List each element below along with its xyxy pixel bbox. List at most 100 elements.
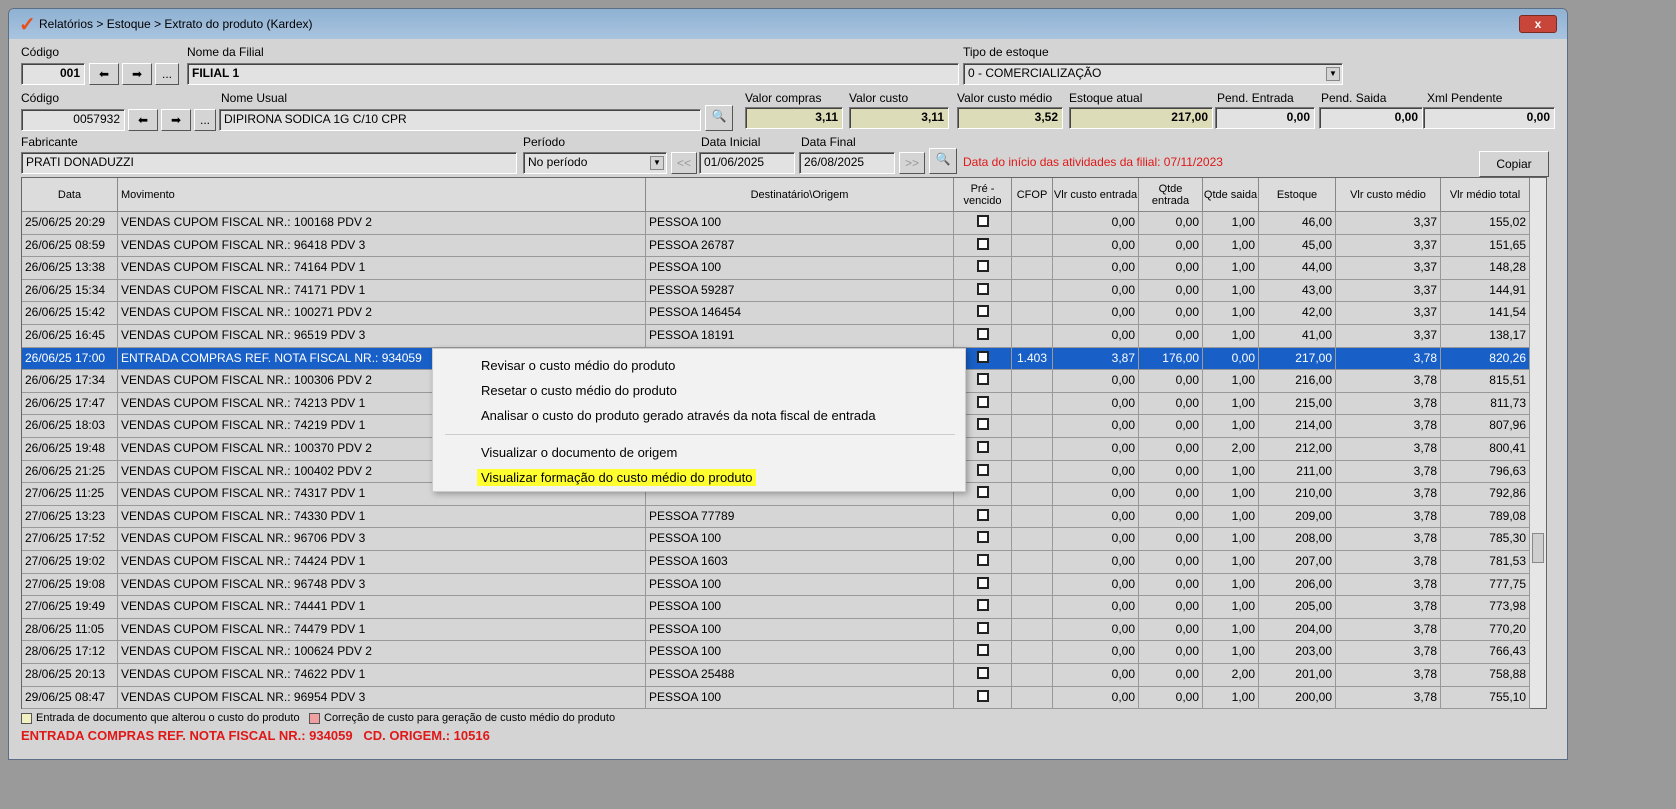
filial-codigo-field[interactable]: 001 — [21, 63, 85, 85]
menu-item-visualizar-formacao[interactable]: Visualizar formação do custo médio do pr… — [477, 469, 757, 486]
cell-cfop — [1012, 641, 1053, 664]
cell-qtde-entrada: 0,00 — [1139, 551, 1203, 574]
pre-vencido-checkbox[interactable] — [976, 237, 989, 250]
table-row[interactable]: 25/06/25 20:29 VENDAS CUPOM FISCAL NR.: 1… — [22, 212, 1530, 235]
data-final-label: Data Final — [801, 135, 856, 149]
pre-vencido-checkbox[interactable] — [976, 418, 989, 431]
table-row[interactable]: 27/06/25 17:52 VENDAS CUPOM FISCAL NR.: 9… — [22, 528, 1530, 551]
cell-destinatario: PESSOA 100 — [646, 573, 954, 597]
table-row[interactable]: 26/06/25 15:42 VENDAS CUPOM FISCAL NR.: 1… — [22, 302, 1530, 325]
pre-vencido-checkbox[interactable] — [976, 599, 989, 612]
fabricante-field[interactable]: PRATI DONADUZZI — [21, 152, 517, 174]
pre-vencido-checkbox[interactable] — [976, 305, 989, 318]
cell-data: 28/06/25 20:13 — [22, 664, 118, 687]
cell-pre-vencido — [954, 505, 1012, 529]
menu-item-visualizar-documento[interactable]: Visualizar o documento de origem — [477, 444, 681, 461]
table-row[interactable]: 26/06/25 15:34 VENDAS CUPOM FISCAL NR.: 7… — [22, 279, 1530, 303]
produto-codigo-field[interactable]: 0057932 — [21, 109, 125, 131]
cell-vlr-medio-total: 770,20 — [1441, 618, 1530, 642]
header-col-pre-vencido[interactable]: Pré - vencido — [954, 178, 1012, 212]
pre-vencido-checkbox[interactable] — [976, 215, 989, 227]
next-produto-button[interactable]: ➡ — [161, 109, 191, 131]
magnifier-icon[interactable]: 🔍 — [705, 105, 733, 131]
activity-start-notice: Data do início das atividades da filial:… — [963, 155, 1223, 169]
scrollbar-thumb[interactable] — [1532, 533, 1544, 563]
pre-vencido-checkbox[interactable] — [976, 689, 989, 702]
cell-vlr-custo-medio: 3,78 — [1336, 528, 1441, 551]
pre-vencido-checkbox[interactable] — [976, 260, 989, 273]
table-row[interactable]: 28/06/25 11:05 VENDAS CUPOM FISCAL NR.: 7… — [22, 618, 1530, 642]
pre-vencido-checkbox[interactable] — [976, 328, 989, 340]
pre-vencido-checkbox[interactable] — [976, 441, 989, 453]
data-final-field[interactable]: 26/08/2025 — [799, 152, 895, 174]
table-row[interactable]: 27/06/25 13:23 VENDAS CUPOM FISCAL NR.: 7… — [22, 505, 1530, 529]
pend-saida-field: 0,00 — [1319, 107, 1423, 129]
pre-vencido-checkbox[interactable] — [976, 463, 989, 476]
filial-nome-field[interactable]: FILIAL 1 — [187, 63, 959, 85]
search-button[interactable]: 🔍 — [929, 148, 957, 174]
next-period-button[interactable]: >> — [899, 152, 925, 174]
cell-qtde-saida: 1,00 — [1203, 618, 1259, 642]
tipo-estoque-select[interactable]: 0 - COMERCIALIZAÇÃO ▼ — [963, 63, 1343, 85]
pre-vencido-checkbox[interactable] — [976, 667, 989, 679]
vertical-scrollbar[interactable] — [1529, 178, 1546, 708]
header-col-qtde-saida[interactable]: Qtde saida — [1203, 178, 1259, 212]
cell-data: 26/06/25 15:34 — [22, 279, 118, 303]
pre-vencido-checkbox[interactable] — [976, 531, 989, 544]
table-row[interactable]: 27/06/25 19:49 VENDAS CUPOM FISCAL NR.: 7… — [22, 596, 1530, 619]
table-row[interactable]: 27/06/25 19:08 VENDAS CUPOM FISCAL NR.: 9… — [22, 573, 1530, 597]
cell-estoque: 201,00 — [1259, 664, 1336, 687]
pre-vencido-checkbox[interactable] — [976, 508, 989, 521]
header-col-vlr-medio-total[interactable]: Vlr médio total — [1441, 178, 1530, 212]
valor-custo-medio-field: 3,52 — [957, 107, 1063, 129]
cell-qtde-saida: 1,00 — [1203, 483, 1259, 506]
header-col-destinatario[interactable]: Destinatário\Origem — [646, 178, 954, 212]
search-produto-button[interactable]: ... — [194, 109, 216, 131]
table-row[interactable]: 28/06/25 20:13 VENDAS CUPOM FISCAL NR.: 7… — [22, 664, 1530, 687]
cell-qtde-entrada: 0,00 — [1139, 641, 1203, 664]
chevron-down-icon[interactable]: ▼ — [650, 156, 664, 170]
pre-vencido-checkbox[interactable] — [976, 621, 989, 634]
pre-vencido-checkbox[interactable] — [976, 576, 989, 589]
table-row[interactable]: 26/06/25 08:59 VENDAS CUPOM FISCAL NR.: 9… — [22, 234, 1530, 258]
produto-nome-field[interactable]: DIPIRONA SODICA 1G C/10 CPR — [219, 109, 701, 131]
cell-qtde-entrada: 0,00 — [1139, 370, 1203, 393]
copiar-button[interactable]: Copiar — [1479, 151, 1549, 177]
cell-vlr-custo-medio: 3,78 — [1336, 438, 1441, 461]
cell-data: 26/06/25 18:03 — [22, 415, 118, 438]
menu-item-revisar[interactable]: Revisar o custo médio do produto — [477, 357, 679, 374]
cell-qtde-saida: 2,00 — [1203, 438, 1259, 461]
table-row[interactable]: 29/06/25 08:47 VENDAS CUPOM FISCAL NR.: 9… — [22, 686, 1530, 710]
filial-codigo-label: Código — [21, 45, 60, 59]
header-col-cfop[interactable]: CFOP — [1012, 178, 1053, 212]
header-col-movimento[interactable]: Movimento — [118, 178, 646, 212]
pre-vencido-checkbox[interactable] — [976, 486, 989, 499]
header-col-qtde-entrada[interactable]: Qtde entrada — [1139, 178, 1203, 212]
header-col-data[interactable]: Data — [22, 178, 118, 212]
table-row[interactable]: 28/06/25 17:12 VENDAS CUPOM FISCAL NR.: 1… — [22, 641, 1530, 664]
menu-item-analisar[interactable]: Analisar o custo do produto gerado atrav… — [477, 407, 880, 424]
menu-item-resetar[interactable]: Resetar o custo médio do produto — [477, 382, 681, 399]
data-inicial-field[interactable]: 01/06/2025 — [699, 152, 795, 174]
pre-vencido-checkbox[interactable] — [976, 350, 989, 363]
pre-vencido-checkbox[interactable] — [976, 282, 989, 295]
prev-filial-button[interactable]: ⬅ — [89, 63, 119, 85]
next-filial-button[interactable]: ➡ — [122, 63, 152, 85]
table-row[interactable]: 26/06/25 13:38 VENDAS CUPOM FISCAL NR.: 7… — [22, 257, 1530, 280]
prev-period-button[interactable]: << — [671, 152, 697, 174]
pre-vencido-checkbox[interactable] — [976, 554, 989, 566]
header-col-vlr-custo-entrada[interactable]: Vlr custo entrada — [1053, 178, 1139, 212]
close-button[interactable]: x — [1519, 15, 1557, 33]
prev-produto-button[interactable]: ⬅ — [128, 109, 158, 131]
header-col-vlr-custo-medio[interactable]: Vlr custo médio — [1336, 178, 1441, 212]
periodo-select[interactable]: No período ▼ — [523, 152, 667, 174]
table-row[interactable]: 27/06/25 19:02 VENDAS CUPOM FISCAL NR.: 7… — [22, 551, 1530, 574]
pre-vencido-checkbox[interactable] — [976, 395, 989, 408]
chevron-down-icon[interactable]: ▼ — [1326, 67, 1340, 81]
table-row[interactable]: 26/06/25 16:45 VENDAS CUPOM FISCAL NR.: 9… — [22, 325, 1530, 348]
pre-vencido-checkbox[interactable] — [976, 373, 989, 386]
header-col-estoque[interactable]: Estoque — [1259, 178, 1336, 212]
cell-estoque: 203,00 — [1259, 641, 1336, 664]
search-filial-button[interactable]: ... — [155, 63, 179, 85]
pre-vencido-checkbox[interactable] — [976, 644, 989, 657]
